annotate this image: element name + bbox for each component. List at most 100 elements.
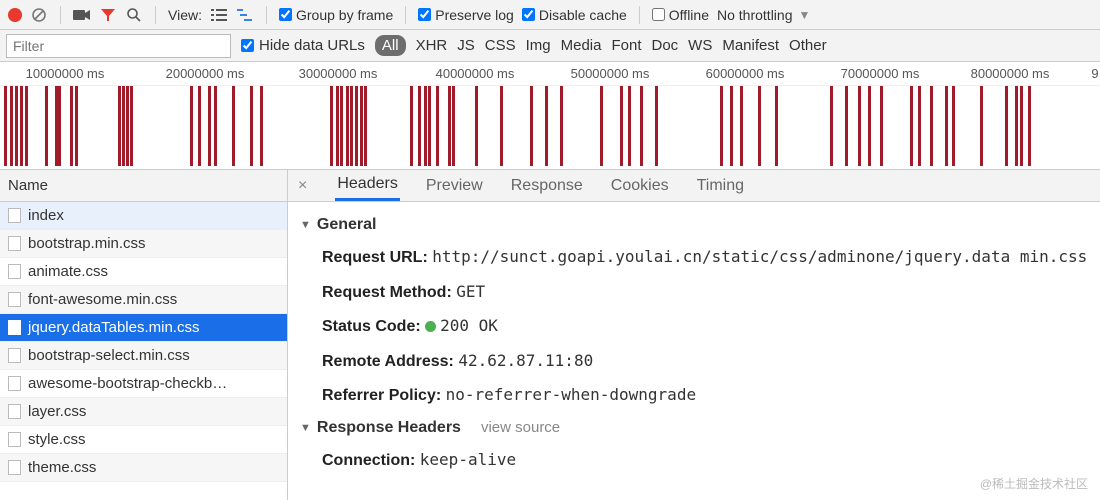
filter-type-font[interactable]: Font: [611, 37, 641, 54]
name-column-header[interactable]: Name: [0, 170, 287, 202]
timeline-bar: [640, 86, 643, 166]
file-icon: [8, 292, 21, 307]
triangle-down-icon: ▼: [300, 219, 311, 231]
timeline-bar: [75, 86, 78, 166]
timeline-bar: [720, 86, 723, 166]
tab-headers[interactable]: Headers: [335, 170, 399, 201]
requests-list: indexbootstrap.min.cssanimate.cssfont-aw…: [0, 202, 287, 500]
disable-cache-checkbox[interactable]: Disable cache: [522, 7, 627, 23]
request-row[interactable]: animate.css: [0, 258, 287, 286]
request-url-value: http://sunct.goapi.youlai.cn/static/css/…: [432, 247, 1087, 266]
request-row[interactable]: theme.css: [0, 454, 287, 482]
list-view-icon[interactable]: [210, 6, 228, 24]
timeline-bar: [858, 86, 861, 166]
network-toolbar: View: Group by frame Preserve log Disabl…: [0, 0, 1100, 30]
timeline-overview[interactable]: 10000000 ms20000000 ms30000000 ms4000000…: [0, 62, 1100, 170]
separator: [405, 6, 406, 24]
filter-type-js[interactable]: JS: [457, 37, 475, 54]
request-row[interactable]: style.css: [0, 426, 287, 454]
view-label: View:: [168, 7, 202, 23]
file-icon: [8, 460, 21, 475]
request-name: awesome-bootstrap-checkb…: [28, 375, 227, 392]
kv-remote-address: Remote Address: 42.62.87.11:80: [300, 344, 1088, 379]
timeline-bar: [214, 86, 217, 166]
preserve-log-checkbox[interactable]: Preserve log: [418, 7, 514, 23]
throttling-select[interactable]: No throttling▼: [717, 7, 810, 23]
hide-data-urls-checkbox[interactable]: Hide data URLs: [241, 37, 365, 54]
request-row[interactable]: layer.css: [0, 398, 287, 426]
tab-response[interactable]: Response: [509, 172, 585, 200]
timeline-tick: 10000000 ms: [26, 66, 105, 81]
timeline-bar: [424, 86, 427, 166]
timeline-bar: [70, 86, 73, 166]
timeline-bar: [775, 86, 778, 166]
timeline-bars: [0, 86, 1100, 166]
request-row[interactable]: jquery.dataTables.min.css: [0, 314, 287, 342]
waterfall-view-icon[interactable]: [236, 6, 254, 24]
filter-type-img[interactable]: Img: [526, 37, 551, 54]
filter-type-manifest[interactable]: Manifest: [722, 37, 779, 54]
filter-type-other[interactable]: Other: [789, 37, 827, 54]
tab-timing[interactable]: Timing: [695, 172, 746, 200]
timeline-bar: [418, 86, 421, 166]
filter-type-css[interactable]: CSS: [485, 37, 516, 54]
section-response-headers[interactable]: ▼Response Headersview source: [300, 413, 1088, 443]
timeline-bar: [980, 86, 983, 166]
camera-icon[interactable]: [73, 6, 91, 24]
timeline-bar: [952, 86, 955, 166]
clear-icon[interactable]: [30, 6, 48, 24]
timeline-bar: [500, 86, 503, 166]
filter-input[interactable]: [6, 34, 231, 58]
connection-label: Connection:: [322, 452, 415, 469]
record-button[interactable]: [8, 8, 22, 22]
timeline-bar: [410, 86, 413, 166]
file-icon: [8, 236, 21, 251]
timeline-bar: [130, 86, 133, 166]
close-icon[interactable]: ×: [294, 177, 311, 195]
view-source-link[interactable]: view source: [481, 419, 560, 436]
filter-type-all[interactable]: All: [375, 35, 406, 56]
kv-referrer-policy: Referrer Policy: no-referrer-when-downgr…: [300, 378, 1088, 413]
request-row[interactable]: index: [0, 202, 287, 230]
separator: [639, 6, 640, 24]
section-general[interactable]: ▼ General: [300, 210, 1088, 240]
file-icon: [8, 320, 21, 335]
remote-address-label: Remote Address:: [322, 353, 454, 370]
timeline-tick: 80000000 ms: [971, 66, 1050, 81]
timeline-bar: [436, 86, 439, 166]
request-row[interactable]: bootstrap-select.min.css: [0, 342, 287, 370]
request-row[interactable]: font-awesome.min.css: [0, 286, 287, 314]
timeline-bar: [945, 86, 948, 166]
filter-type-ws[interactable]: WS: [688, 37, 712, 54]
status-dot-icon: [425, 321, 436, 332]
tab-cookies[interactable]: Cookies: [609, 172, 671, 200]
timeline-bar: [340, 86, 343, 166]
group-by-frame-checkbox[interactable]: Group by frame: [279, 7, 393, 23]
filter-icon[interactable]: [99, 6, 117, 24]
filter-type-xhr[interactable]: XHR: [416, 37, 448, 54]
request-row[interactable]: bootstrap.min.css: [0, 230, 287, 258]
request-details-panel: × Headers Preview Response Cookies Timin…: [288, 170, 1100, 500]
timeline-bar: [560, 86, 563, 166]
request-url-label: Request URL:: [322, 249, 428, 266]
kv-status-code: Status Code: 200 OK: [300, 309, 1088, 344]
timeline-tick: 40000000 ms: [436, 66, 515, 81]
request-method-label: Request Method:: [322, 284, 452, 301]
request-row[interactable]: awesome-bootstrap-checkb…: [0, 370, 287, 398]
filter-type-media[interactable]: Media: [561, 37, 602, 54]
offline-label: Offline: [669, 7, 709, 23]
offline-checkbox[interactable]: Offline: [652, 7, 709, 23]
search-icon[interactable]: [125, 6, 143, 24]
file-icon: [8, 432, 21, 447]
kv-connection: Connection: keep-alive: [300, 443, 1088, 478]
file-icon: [8, 376, 21, 391]
status-code-label: Status Code:: [322, 318, 421, 335]
filter-type-doc[interactable]: Doc: [651, 37, 678, 54]
group-by-frame-label: Group by frame: [296, 7, 393, 23]
timeline-bar: [530, 86, 533, 166]
timeline-bar: [58, 86, 61, 166]
timeline-bar: [330, 86, 333, 166]
timeline-bar: [364, 86, 367, 166]
tab-preview[interactable]: Preview: [424, 172, 485, 200]
section-general-label: General: [317, 216, 377, 234]
